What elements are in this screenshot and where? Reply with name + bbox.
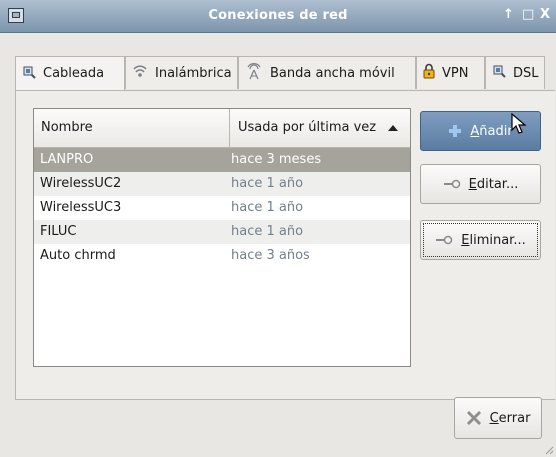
add-button-label: Añadir [470,123,513,139]
close-button[interactable]: Cerrar [454,397,542,439]
connection-name: LANPRO [40,152,94,167]
connections-list[interactable]: Nombre Usada por última vez LANPRO hace … [33,108,411,367]
column-header-label: Usada por última vez [238,120,377,135]
close-button-label: Cerrar [489,410,531,426]
list-item[interactable]: Auto chrmd hace 3 años [34,244,410,268]
key-icon [443,179,461,189]
tab-label: VPN [442,65,469,81]
resize-grip-icon[interactable] [544,445,554,455]
keep-above-button[interactable]: ↑ [503,7,514,23]
key-icon [435,235,453,245]
connection-last-used: hace 1 año [231,176,304,191]
maximize-button[interactable]: □ [522,7,534,23]
list-header: Nombre Usada por última vez [34,109,410,148]
close-window-button[interactable]: X [540,7,550,23]
close-x-icon [466,410,482,426]
vpn-lock-icon [423,63,435,83]
mobile-broadband-icon [245,62,263,84]
tab-label: Banda ancha móvil [270,65,395,81]
tab-label: Cableada [43,66,105,81]
tab-banda-ancha-movil[interactable]: Banda ancha móvil [238,56,416,89]
tab-label: Inalámbrica [155,65,232,81]
tab-cableada[interactable]: Cableada [15,56,125,90]
network-connections-window: Conexiones de red ↑ □ X Cableada Inalámb… [0,0,556,457]
wireless-icon [132,63,148,83]
delete-button-label: Eliminar... [461,232,526,248]
tab-inalambrica[interactable]: Inalámbrica [125,56,238,89]
list-item[interactable]: LANPRO hace 3 meses [34,148,410,172]
connection-name: WirelessUC2 [40,176,122,191]
delete-button[interactable]: Eliminar... [420,220,541,260]
connection-name: WirelessUC3 [40,200,122,215]
mouse-cursor-icon [511,113,527,134]
connection-last-used: hace 3 meses [231,152,322,167]
edit-button-label: Editar... [468,176,519,192]
connection-name: Auto chrmd [40,248,116,263]
column-header-name[interactable]: Nombre [34,109,230,147]
connection-last-used: hace 3 años [231,248,310,263]
list-item[interactable]: FILUC hace 1 año [34,220,410,244]
connection-last-used: hace 1 año [231,224,304,239]
tab-dsl[interactable]: DSL [485,56,545,89]
column-header-last-used[interactable]: Usada por última vez [230,109,410,147]
tab-label: DSL [513,65,539,81]
list-item[interactable]: WirelessUC3 hace 1 año [34,196,410,220]
sort-ascending-icon [388,125,398,131]
window-title: Conexiones de red [208,8,348,23]
dsl-icon [492,64,506,82]
edit-button[interactable]: Editar... [420,164,541,204]
plus-icon [448,124,462,138]
list-item[interactable]: WirelessUC2 hace 1 año [34,172,410,196]
wired-icon [22,65,36,83]
tab-vpn[interactable]: VPN [416,56,485,89]
title-bar[interactable]: Conexiones de red ↑ □ X [0,0,556,33]
connection-type-tabs: Cableada Inalámbrica Banda ancha móvil V… [15,56,545,90]
connection-last-used: hace 1 año [231,200,304,215]
connection-name: FILUC [40,224,77,239]
